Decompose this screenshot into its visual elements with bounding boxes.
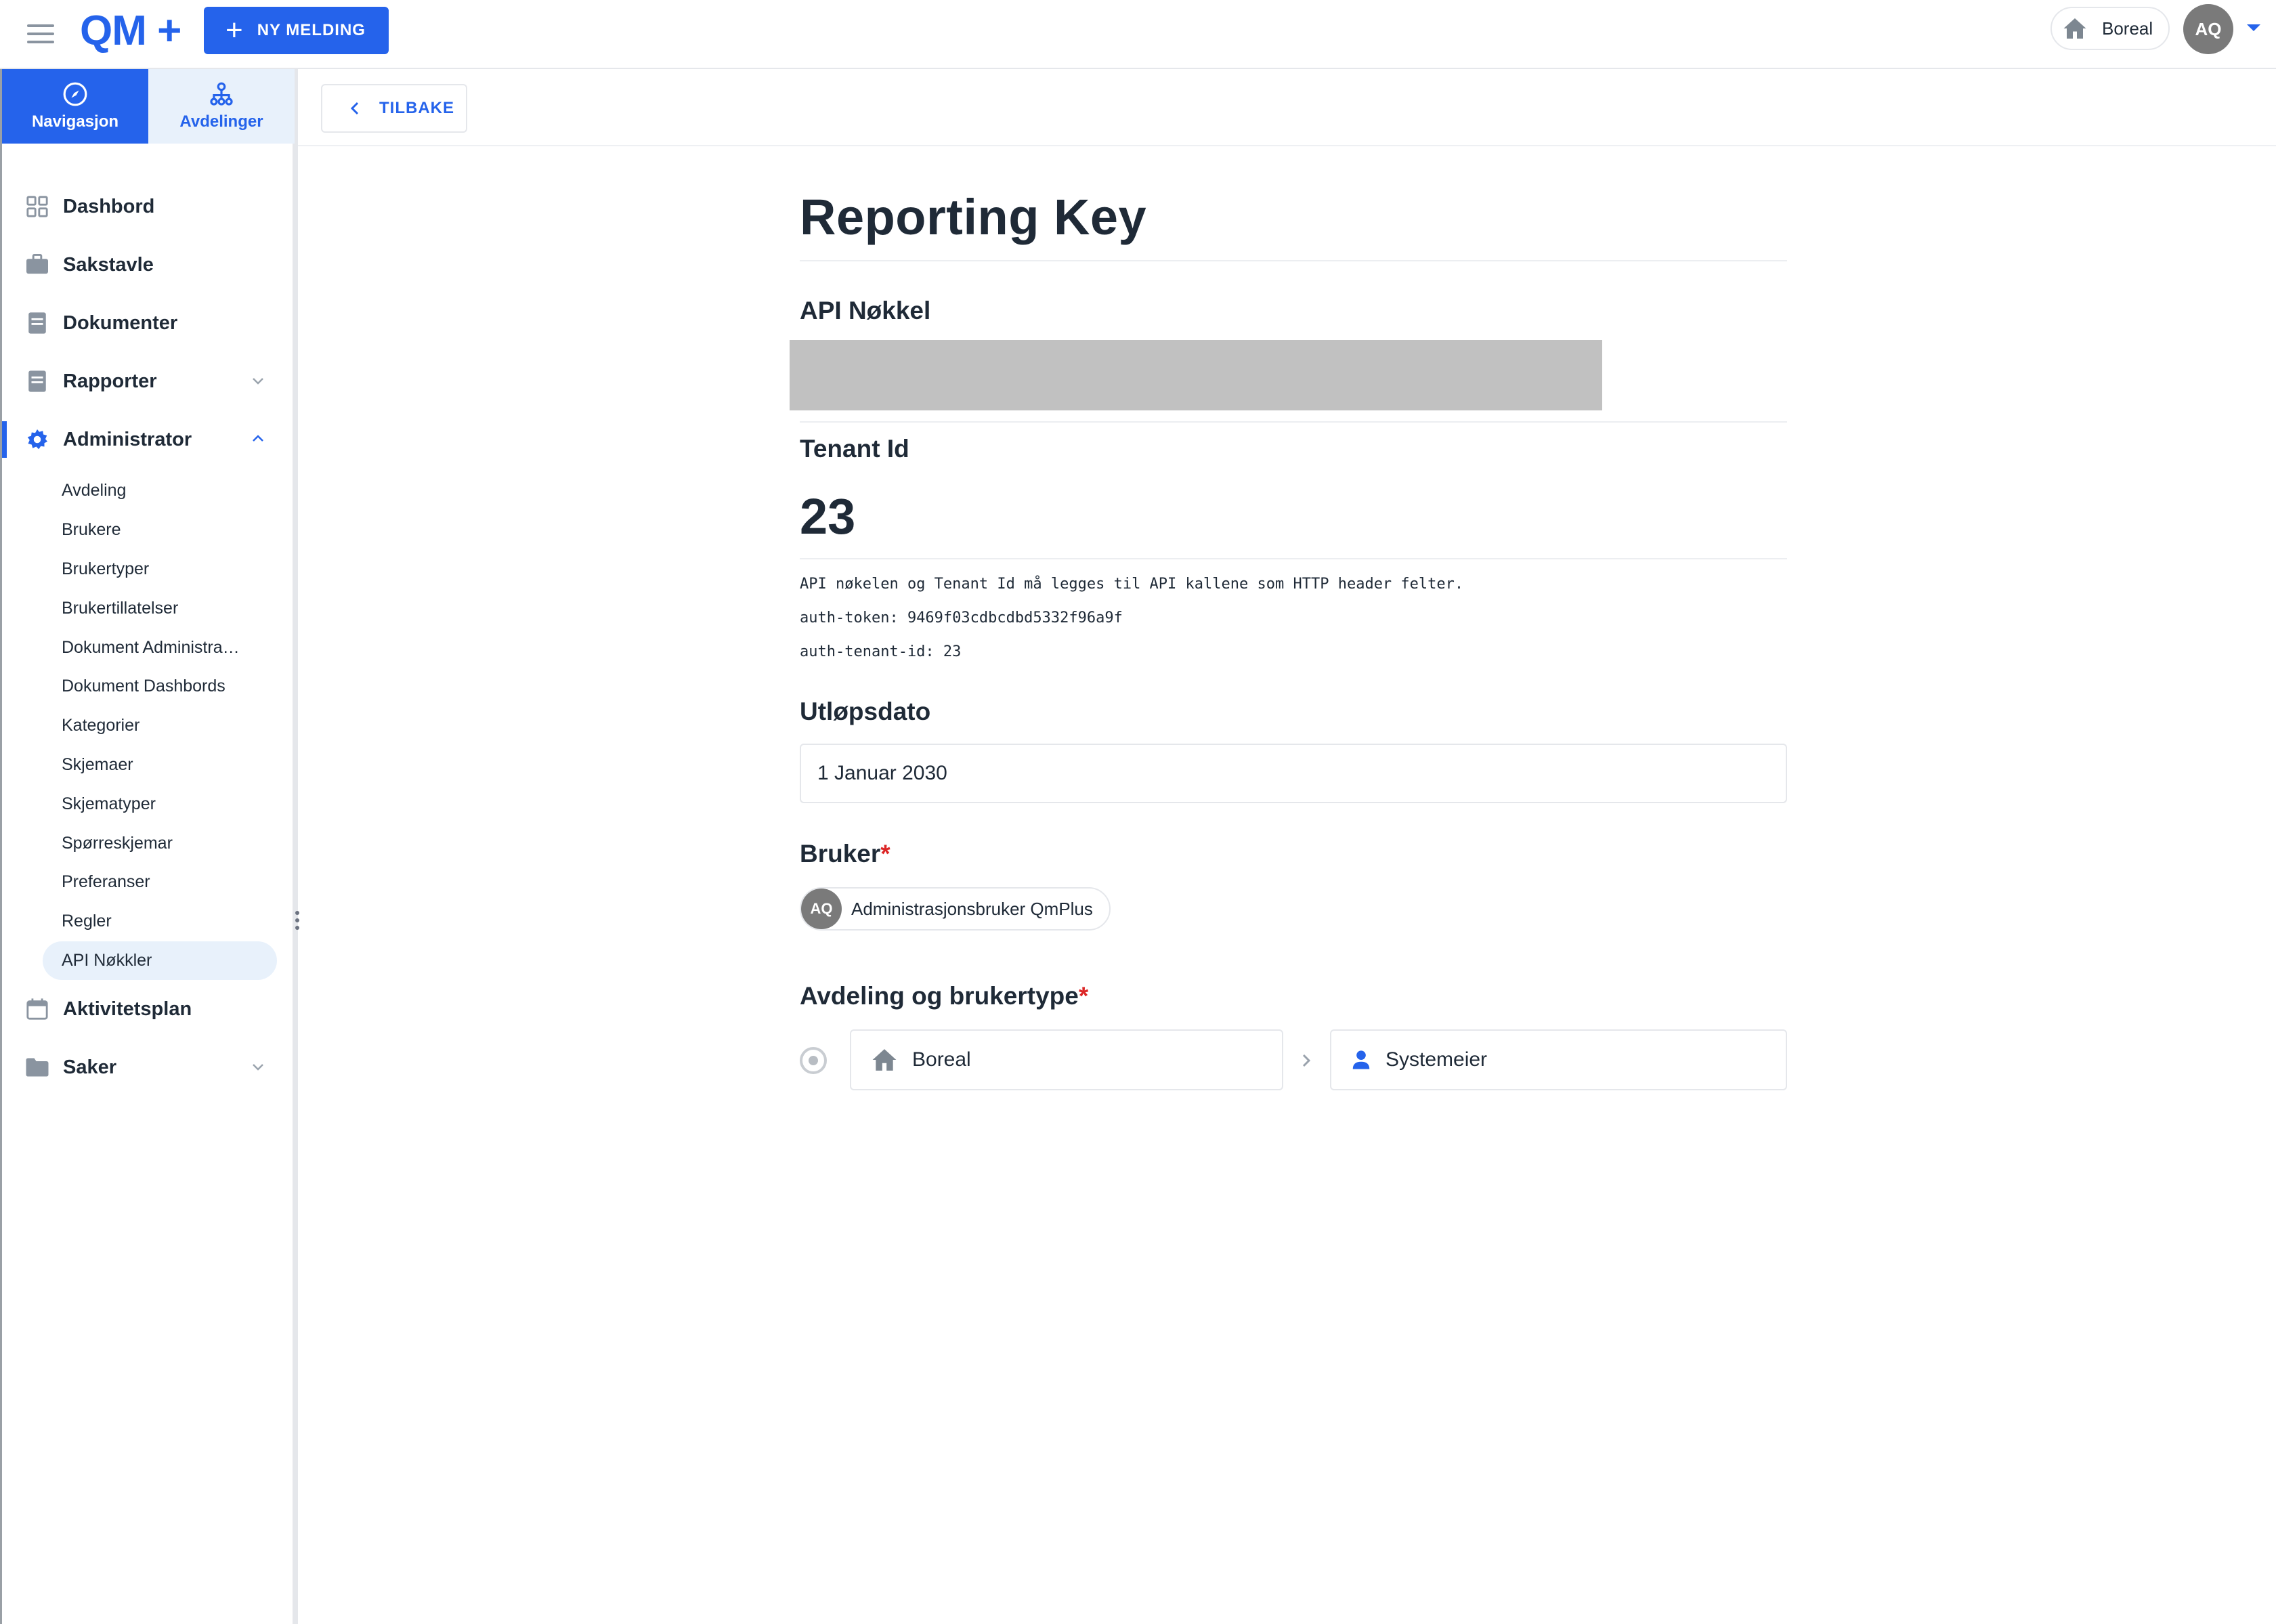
api-key-label: API Nøkkel — [800, 297, 931, 324]
department-switcher[interactable]: Boreal — [2050, 7, 2170, 50]
calendar-icon — [25, 997, 49, 1021]
sidebar-item-dashbord[interactable]: Dashbord — [2, 177, 295, 236]
divider — [800, 260, 1787, 261]
home-icon — [2063, 18, 2086, 39]
tenant-id-value: 23 — [800, 488, 856, 544]
sidebar-item-label: Administrator — [63, 428, 192, 450]
report-icon — [25, 369, 49, 393]
sidebar-item-label: Rapporter — [63, 370, 157, 392]
dept-type-label-text: Avdeling og brukertype — [800, 982, 1079, 1010]
submenu-item-sporreskjemar[interactable]: Spørreskjemar — [2, 824, 273, 863]
api-key-redacted — [790, 340, 1602, 410]
chevron-down-icon[interactable] — [250, 1059, 266, 1075]
submenu-item-brukertillatelser[interactable]: Brukertillatelser — [2, 589, 273, 628]
auth-token-text: auth-token: 9469f03cdbcdbd5332f96a9f — [800, 610, 1123, 626]
submenu-item-brukertyper[interactable]: Brukertyper — [2, 550, 273, 589]
briefcase-icon — [25, 253, 49, 277]
api-info-text: API nøkelen og Tenant Id må legges til A… — [800, 576, 1464, 593]
department-select[interactable]: Boreal — [850, 1029, 1283, 1090]
sidebar-item-label: Aktivitetsplan — [63, 998, 192, 1020]
auth-tenant-text: auth-tenant-id: 23 — [800, 643, 962, 660]
sidebar-item-administrator[interactable]: Administrator — [2, 410, 295, 469]
user-chip-name: Administrasjonsbruker QmPlus — [851, 898, 1093, 919]
plus-icon: + — [226, 14, 244, 47]
submenu-item-avdeling[interactable]: Avdeling — [2, 471, 273, 511]
home-icon — [872, 1049, 897, 1071]
divider — [800, 558, 1787, 559]
sidebar-item-label: Saker — [63, 1056, 117, 1078]
chevron-down-icon[interactable] — [2247, 24, 2260, 31]
document-icon — [25, 311, 49, 335]
submenu-item-api-nokkler[interactable]: API Nøkkler — [43, 941, 277, 981]
page-title: Reporting Key — [800, 189, 1147, 245]
sidebar-tabs: Navigasjon Avdelinger — [2, 69, 295, 144]
required-marker: * — [1078, 982, 1089, 1010]
submenu-item-kategorier[interactable]: Kategorier — [2, 706, 273, 746]
sidebar-item-saker[interactable]: Saker — [2, 1038, 295, 1096]
submenu-item-dokument-administrasjon[interactable]: Dokument Administra… — [2, 628, 273, 667]
tenant-id-label: Tenant Id — [800, 435, 909, 463]
sidebar-nav: Dashbord Sakstavle Dokumenter Rapporter … — [2, 177, 295, 1096]
user-chip[interactable]: AQ Administrasjonsbruker QmPlus — [800, 887, 1111, 931]
chevron-left-icon — [350, 102, 359, 115]
user-avatar[interactable]: AQ — [2183, 4, 2233, 54]
chevron-right-icon — [1302, 1054, 1311, 1067]
back-button[interactable]: TILBAKE — [321, 84, 467, 133]
submenu-item-preferanser[interactable]: Preferanser — [2, 863, 273, 902]
expiry-date-field[interactable]: 1 Januar 2030 — [800, 744, 1787, 803]
submenu-item-dokument-dashbords[interactable]: Dokument Dashbords — [2, 667, 273, 706]
department-name: Boreal — [2102, 18, 2153, 39]
chevron-down-icon[interactable] — [250, 372, 266, 389]
app-logo[interactable]: QM + — [80, 4, 181, 58]
new-report-label: NY MELDING — [257, 21, 366, 39]
tab-avdelinger-label: Avdelinger — [179, 112, 263, 131]
sidebar-item-dokumenter[interactable]: Dokumenter — [2, 294, 295, 352]
compass-icon — [63, 82, 87, 106]
user-type-select[interactable]: Systemeier — [1330, 1029, 1787, 1090]
folder-icon — [25, 1055, 49, 1080]
sidebar-resize-handle[interactable] — [295, 907, 300, 933]
submenu-item-brukere[interactable]: Brukere — [2, 511, 273, 550]
sidebar-item-aktivitetsplan[interactable]: Aktivitetsplan — [2, 980, 295, 1038]
user-label: Bruker* — [800, 840, 890, 868]
person-icon — [1352, 1050, 1370, 1069]
user-type-select-value: Systemeier — [1386, 1048, 1488, 1071]
divider — [800, 421, 1787, 423]
back-label: TILBAKE — [379, 99, 454, 117]
dept-type-label: Avdeling og brukertype* — [800, 982, 1088, 1010]
required-marker: * — [880, 840, 890, 868]
tab-navigasjon[interactable]: Navigasjon — [2, 69, 148, 144]
admin-submenu: Avdeling Brukere Brukertyper Brukertilla… — [2, 469, 295, 981]
sidebar-item-label: Dokumenter — [63, 312, 178, 334]
tab-navigasjon-label: Navigasjon — [31, 112, 119, 131]
submenu-item-regler[interactable]: Regler — [2, 902, 273, 941]
sidebar-item-rapporter[interactable]: Rapporter — [2, 352, 295, 410]
tab-avdelinger[interactable]: Avdelinger — [148, 69, 295, 144]
top-bar: QM + + NY MELDING Boreal AQ — [0, 0, 2276, 69]
department-select-value: Boreal — [912, 1048, 971, 1071]
submenu-item-skjematyper[interactable]: Skjematyper — [2, 784, 273, 824]
sidebar-item-label: Dashbord — [63, 195, 155, 217]
dashboard-grid-icon — [25, 194, 49, 219]
hamburger-menu-icon[interactable] — [27, 19, 57, 49]
submenu-item-skjemaer[interactable]: Skjemaer — [2, 746, 273, 785]
admin-gear-icon — [25, 427, 49, 452]
content-toolbar: TILBAKE — [298, 69, 2276, 146]
sidebar: Navigasjon Avdelinger Dashbord Sakstavle… — [0, 69, 300, 1624]
new-report-button[interactable]: + NY MELDING — [204, 7, 389, 54]
org-chart-icon — [210, 82, 233, 106]
dept-radio-button[interactable] — [800, 1047, 827, 1074]
sidebar-item-sakstavle[interactable]: Sakstavle — [2, 236, 295, 294]
user-chip-avatar: AQ — [801, 889, 842, 929]
sidebar-item-label: Sakstavle — [63, 253, 154, 276]
user-label-text: Bruker — [800, 840, 881, 868]
expiry-label: Utløpsdato — [800, 698, 931, 725]
chevron-up-icon[interactable] — [250, 431, 266, 447]
